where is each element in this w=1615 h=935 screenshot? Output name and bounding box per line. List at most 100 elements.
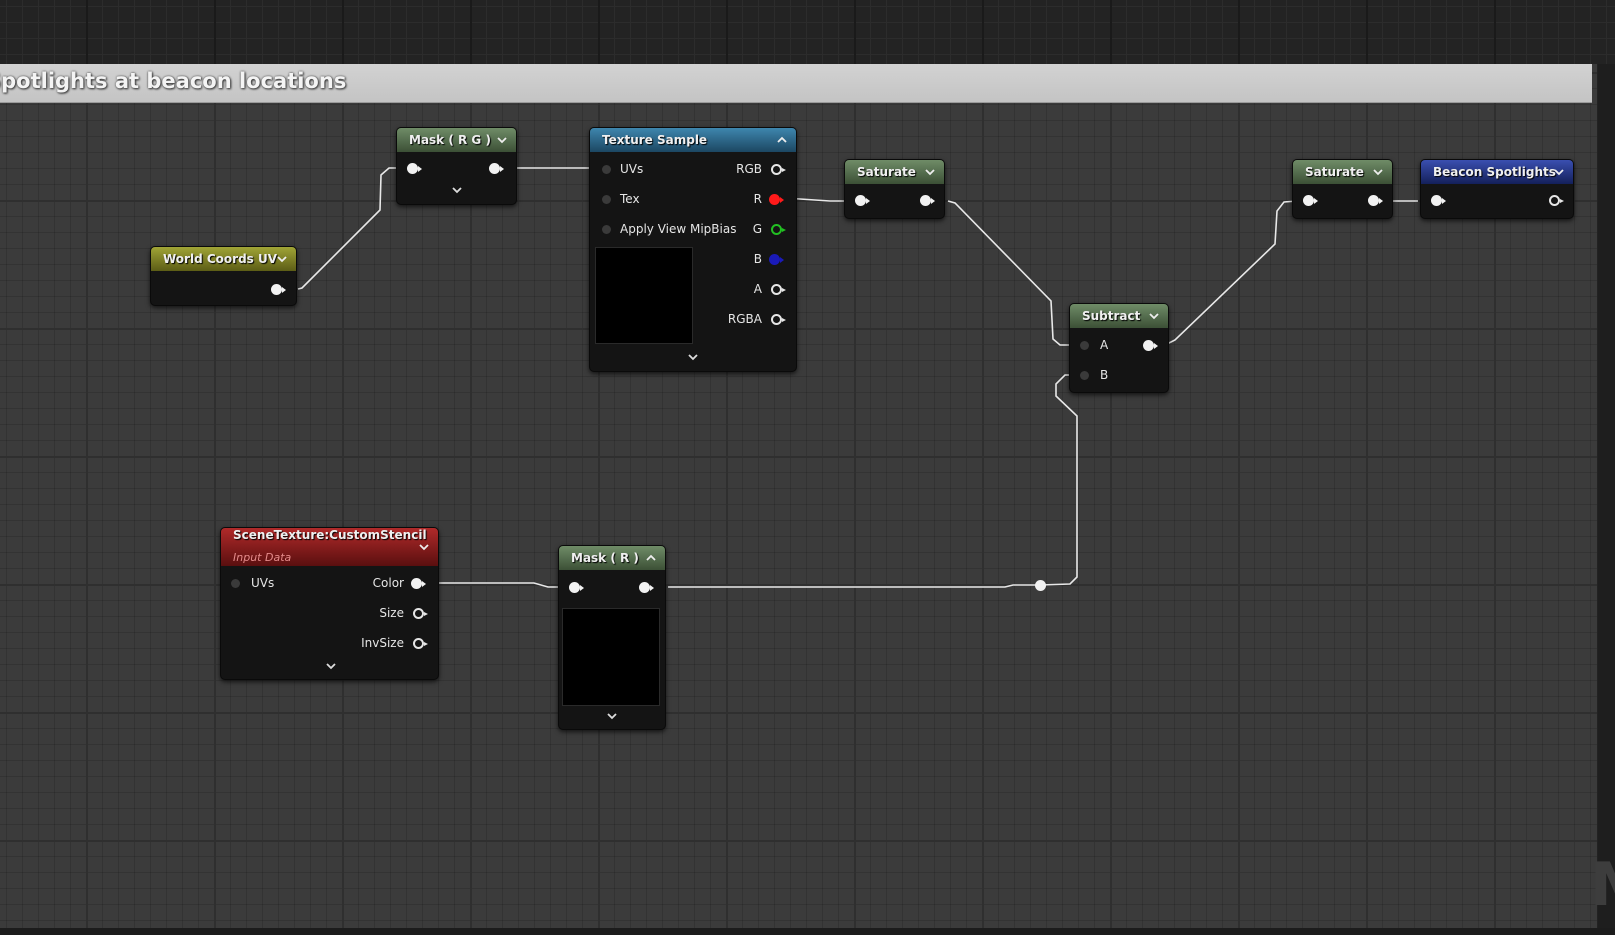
chevron-up-icon[interactable]	[776, 128, 788, 152]
output-pin[interactable]	[411, 578, 426, 589]
node-header[interactable]: Subtract	[1070, 304, 1168, 328]
output-pin[interactable]	[769, 194, 784, 205]
input-pin[interactable]	[602, 195, 611, 204]
node-scene-texture-customstencil[interactable]: SceneTexture:CustomStencil Input Data UV…	[220, 527, 439, 680]
node-title: Beacon Spotlights	[1433, 165, 1556, 179]
node-mask-r[interactable]: Mask ( R )	[558, 545, 666, 730]
node-subtract[interactable]: Subtract A B	[1069, 303, 1169, 393]
output-pin[interactable]	[413, 608, 428, 619]
output-row-rgb[interactable]: RGB	[736, 159, 786, 179]
node-title: Subtract	[1082, 309, 1141, 323]
chevron-down-icon[interactable]	[1372, 160, 1384, 184]
node-header[interactable]: Saturate	[845, 160, 944, 184]
chevron-down-icon[interactable]	[450, 186, 464, 198]
pin-label: R	[753, 192, 762, 206]
output-pin[interactable]	[769, 254, 784, 265]
output-row-g[interactable]: G	[752, 219, 786, 239]
node-header[interactable]: Texture Sample	[590, 128, 796, 152]
graph-background-outer[interactable]	[0, 0, 1615, 64]
output-pin[interactable]	[771, 224, 786, 235]
pin-label: UVs	[251, 576, 275, 590]
node-title: SceneTexture:CustomStencil	[233, 528, 427, 542]
pin-label: RGB	[736, 162, 762, 176]
output-row-b[interactable]: B	[754, 249, 784, 269]
pin-label: RGBA	[727, 312, 762, 326]
chevron-down-icon[interactable]	[924, 160, 936, 184]
output-pin[interactable]	[489, 163, 504, 174]
node-beacon-spotlights[interactable]: Beacon Spotlights	[1420, 159, 1574, 219]
node-saturate-2[interactable]: Saturate	[1292, 159, 1393, 219]
input-pin[interactable]	[407, 163, 422, 174]
input-pin[interactable]	[569, 582, 584, 593]
node-title: World Coords UV	[163, 252, 278, 266]
pin-label: InvSize	[361, 636, 404, 650]
graph-edge-strip	[1598, 64, 1615, 928]
input-row-a[interactable]: A	[1078, 335, 1108, 355]
input-row-uvs[interactable]: UVs	[229, 573, 274, 593]
node-header[interactable]: SceneTexture:CustomStencil Input Data	[221, 528, 438, 566]
input-row-b[interactable]: B	[1078, 365, 1108, 385]
pin-label: Apply View MipBias	[620, 222, 737, 236]
input-pin[interactable]	[1080, 371, 1089, 380]
pin-label: B	[753, 252, 762, 266]
pin-label: UVs	[620, 162, 644, 176]
chevron-down-icon[interactable]	[686, 353, 700, 365]
node-title: Mask ( R G )	[409, 133, 491, 147]
reroute-node[interactable]	[1035, 580, 1046, 591]
node-world-coords-uv[interactable]: World Coords UV	[150, 246, 297, 306]
output-pin[interactable]	[1368, 195, 1383, 206]
node-mask-rg[interactable]: Mask ( R G )	[396, 127, 517, 205]
output-pin[interactable]	[771, 164, 786, 175]
input-pin[interactable]	[1080, 341, 1089, 350]
chevron-down-icon[interactable]	[324, 662, 338, 674]
input-pin[interactable]	[1303, 195, 1318, 206]
pin-label: Color	[372, 576, 404, 590]
output-pin[interactable]	[413, 638, 428, 649]
node-header[interactable]: Saturate	[1293, 160, 1392, 184]
pin-label: A	[1100, 338, 1109, 352]
output-row-r[interactable]: R	[754, 189, 784, 209]
output-pin[interactable]	[771, 284, 786, 295]
input-pin[interactable]	[1431, 195, 1446, 206]
input-pin[interactable]	[602, 225, 611, 234]
pin-label: A	[753, 282, 762, 296]
output-pin[interactable]	[1549, 195, 1564, 206]
comment-title: Spotlights at beacon locations	[0, 69, 347, 93]
pin-label: G	[752, 222, 762, 236]
output-pin[interactable]	[271, 284, 286, 295]
output-pin[interactable]	[920, 195, 935, 206]
input-pin[interactable]	[855, 195, 870, 206]
input-row-tex[interactable]: Tex	[600, 189, 640, 209]
node-header[interactable]: World Coords UV	[151, 247, 296, 271]
input-row-uvs[interactable]: UVs	[600, 159, 643, 179]
pin-label: Size	[379, 606, 404, 620]
input-row-mipbias[interactable]: Apply View MipBias	[600, 219, 736, 239]
chevron-down-icon[interactable]	[1553, 160, 1565, 184]
output-row-a[interactable]: A	[753, 279, 786, 299]
comment-header[interactable]: Spotlights at beacon locations	[0, 64, 1592, 103]
input-pin[interactable]	[602, 165, 611, 174]
chevron-up-icon[interactable]	[645, 546, 657, 570]
chevron-down-icon[interactable]	[605, 712, 619, 724]
output-pin[interactable]	[639, 582, 654, 593]
pin-label: Tex	[620, 192, 640, 206]
output-pin[interactable]	[771, 314, 786, 325]
output-row-invsize[interactable]: InvSize	[361, 633, 428, 653]
node-saturate-1[interactable]: Saturate	[844, 159, 945, 219]
node-subtitle: Input Data	[233, 551, 292, 564]
chevron-down-icon[interactable]	[1148, 304, 1160, 328]
output-pin[interactable]	[1143, 340, 1158, 351]
input-pin[interactable]	[231, 579, 240, 588]
node-header[interactable]: Mask ( R )	[559, 546, 665, 570]
node-title: Saturate	[857, 165, 916, 179]
node-texture-sample[interactable]: Texture Sample UVs Tex Apply View MipBia…	[589, 127, 797, 372]
chevron-down-icon[interactable]	[276, 247, 288, 271]
output-row-rgba[interactable]: RGBA	[727, 309, 786, 329]
output-row-size[interactable]: Size	[379, 603, 428, 623]
node-header[interactable]: Beacon Spotlights	[1421, 160, 1573, 184]
node-title: Texture Sample	[602, 133, 708, 147]
node-header[interactable]: Mask ( R G )	[397, 128, 516, 152]
output-row-color[interactable]: Color	[373, 573, 426, 593]
chevron-down-icon[interactable]	[496, 128, 508, 152]
chevron-down-icon[interactable]	[418, 535, 430, 559]
